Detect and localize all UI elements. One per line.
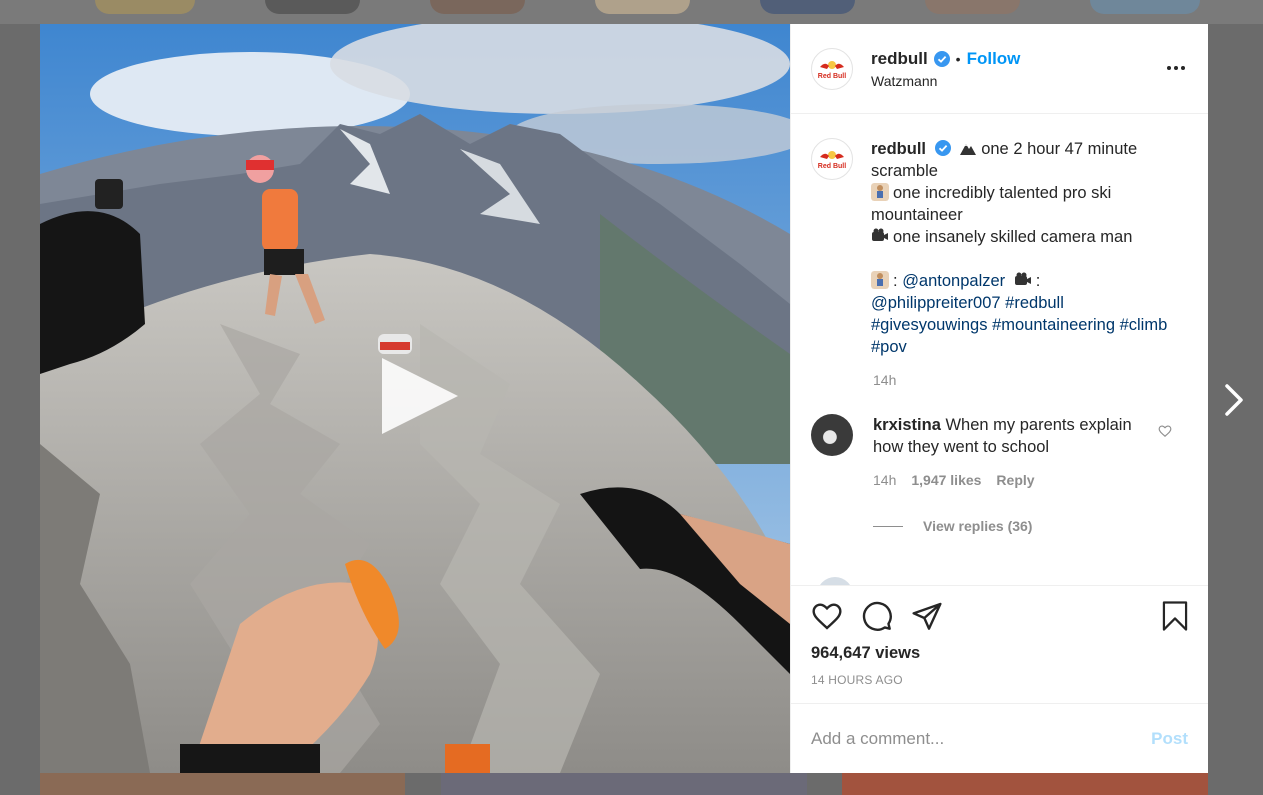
comment-likes-count[interactable]: 1,947 likes <box>911 472 981 488</box>
hashtag-link[interactable]: #pov <box>871 338 907 356</box>
redbull-logo-icon: Red Bull <box>818 60 846 80</box>
logo-wordmark: Red Bull <box>818 73 846 80</box>
background-thumbnail <box>265 0 360 14</box>
mountain-icon <box>960 144 977 155</box>
background-thumbnail <box>441 773 807 795</box>
comment-input[interactable] <box>811 728 1152 749</box>
post-date[interactable]: 14 HOURS AGO <box>811 673 1188 687</box>
commenter-avatar[interactable] <box>811 414 853 456</box>
background-thumbnail <box>760 0 855 14</box>
hashtag-link[interactable]: #mountaineering <box>992 316 1115 334</box>
more-options-icon[interactable] <box>1166 58 1186 78</box>
caption-line-2: one incredibly talented pro ski mountain… <box>871 184 1112 224</box>
camera-icon <box>1014 272 1031 285</box>
reply-button[interactable]: Reply <box>996 472 1034 488</box>
mention-link[interactable]: @philippreiter007 <box>871 294 1001 312</box>
background-thumbnail <box>95 0 195 14</box>
background-thumbnail <box>595 0 690 14</box>
view-replies-button[interactable]: View replies (36) <box>873 518 1188 534</box>
credit-separator: : <box>1035 272 1041 290</box>
climber-icon <box>871 183 889 201</box>
post-caption: Red Bull redbull one 2 hour 47 minute sc… <box>811 138 1188 358</box>
comment-bubble-icon[interactable] <box>861 600 893 632</box>
caption-line-3: one insanely skilled camera man <box>893 228 1133 246</box>
logo-wordmark: Red Bull <box>818 163 846 170</box>
post-modal: Red Bull redbull • Follow Watzmann Red B… <box>40 24 1208 773</box>
view-count[interactable]: 964,647 views <box>811 644 1188 663</box>
follow-button[interactable]: Follow <box>967 49 1021 69</box>
chevron-right-icon[interactable] <box>1219 382 1249 418</box>
comment-meta: 14h 1,947 likes Reply <box>873 472 1188 488</box>
next-commenter-avatar[interactable] <box>817 577 853 585</box>
comment-timestamp[interactable]: 14h <box>873 472 896 488</box>
divider <box>873 525 903 527</box>
comment-item: krxistina When my parents explain how th… <box>811 414 1188 458</box>
post-comment-button[interactable]: Post <box>1151 729 1188 749</box>
hashtag-link[interactable]: #climb <box>1120 316 1168 334</box>
separator-dot: • <box>955 50 961 67</box>
caption-timestamp[interactable]: 14h <box>873 372 1188 388</box>
play-icon[interactable] <box>378 354 462 438</box>
redbull-logo-icon: Red Bull <box>818 151 846 170</box>
background-thumbnail <box>40 773 405 795</box>
share-paper-plane-icon[interactable] <box>911 600 943 632</box>
verified-badge-icon <box>934 140 951 156</box>
add-comment-bar: Post <box>791 703 1208 773</box>
background-thumbnail <box>925 0 1020 14</box>
credit-separator: : <box>893 272 898 290</box>
hashtag-link[interactable]: #givesyouwings <box>871 316 987 334</box>
post-actions: 964,647 views 14 HOURS AGO <box>791 585 1208 703</box>
camera-icon <box>872 228 888 241</box>
location-link[interactable]: Watzmann <box>871 73 1020 89</box>
avatar[interactable]: Red Bull <box>811 47 853 90</box>
like-heart-icon[interactable] <box>811 600 843 632</box>
post-header: Red Bull redbull • Follow Watzmann <box>791 24 1208 114</box>
comments-section[interactable]: Red Bull redbull one 2 hour 47 minute sc… <box>791 114 1208 585</box>
bookmark-icon[interactable] <box>1160 600 1190 632</box>
commenter-username[interactable]: krxistina <box>873 416 941 434</box>
header-username[interactable]: redbull <box>871 49 928 69</box>
background-thumbnail <box>1090 0 1200 14</box>
comment-like-heart-icon[interactable] <box>1158 424 1172 438</box>
view-replies-label: View replies (36) <box>923 518 1033 534</box>
hashtag-link[interactable]: #redbull <box>1005 294 1064 312</box>
verified-badge-icon <box>933 50 950 67</box>
background-thumbnail <box>430 0 525 14</box>
background-thumbnail <box>842 773 1208 795</box>
avatar[interactable]: Red Bull <box>811 138 853 180</box>
mention-link[interactable]: @antonpalzer <box>902 272 1005 290</box>
post-video[interactable] <box>40 24 790 773</box>
caption-username[interactable]: redbull <box>871 140 926 158</box>
post-side-panel: Red Bull redbull • Follow Watzmann Red B… <box>790 24 1208 773</box>
climber-icon <box>871 271 889 289</box>
